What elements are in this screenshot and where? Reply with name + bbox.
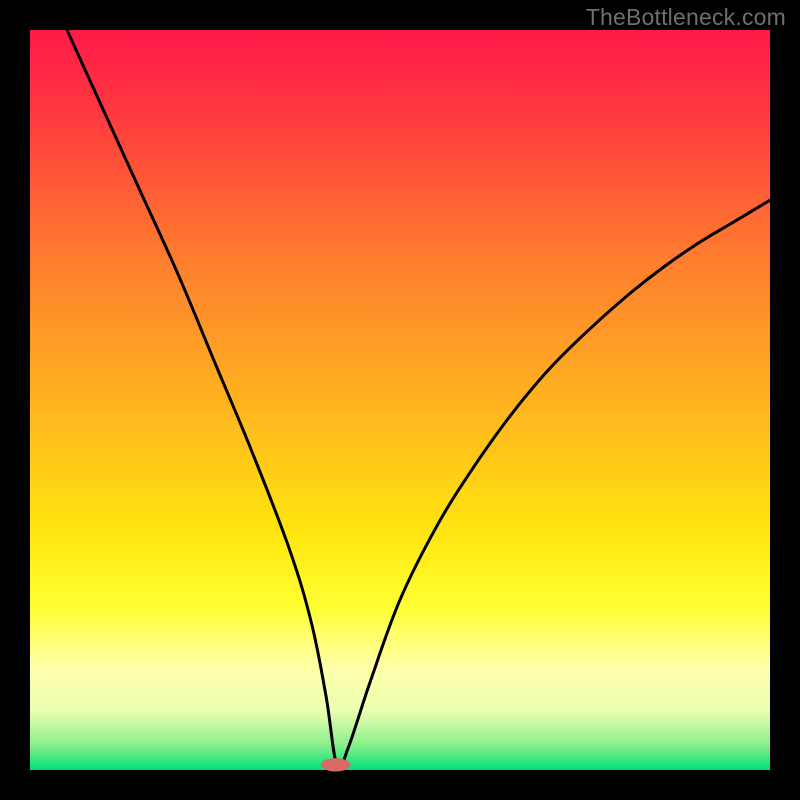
current-point-marker <box>321 758 351 771</box>
chart-frame: TheBottleneck.com <box>0 0 800 800</box>
gradient-background <box>30 30 770 770</box>
chart-svg <box>0 0 800 800</box>
watermark-text: TheBottleneck.com <box>586 4 786 31</box>
